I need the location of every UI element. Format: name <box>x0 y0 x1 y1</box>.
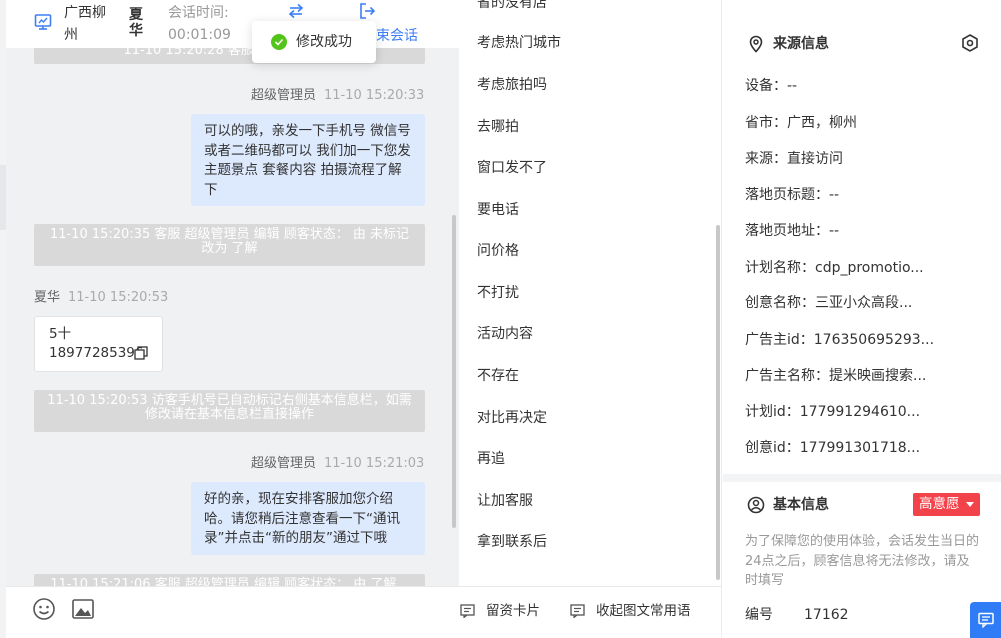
exit-icon[interactable] <box>358 2 376 20</box>
quick-phrases-panel: 省的没有店 考虑热门城市 考虑旅拍吗 去哪拍 窗口发不了 要电话 问价格 不打扰… <box>459 0 722 586</box>
phrases-toolbar: 留资卡片 收起图文常用语 <box>459 586 722 638</box>
outgoing-message-bubble: 可以的哦，亲发一下手机号 微信号或者二维码都可以 我们加一下您发主题景点 套餐内… <box>191 114 425 206</box>
source-field-source: 来源：直接访问 <box>745 151 843 167</box>
phrase-item[interactable]: 再追 <box>477 449 505 469</box>
sender-name: 超级管理员 <box>251 456 317 471</box>
phrase-item[interactable]: 考虑旅拍吗 <box>477 75 547 95</box>
message-meta: 超级管理员 11-10 15:21:03 <box>251 455 424 473</box>
success-check-icon <box>271 34 287 50</box>
phrases-scrollbar[interactable] <box>716 225 720 580</box>
phrase-item[interactable]: 让加客服 <box>477 491 533 511</box>
system-message: 11-10 15:21:06 客服 超级管理员 编辑 顾客状态： 由 了解... <box>34 574 425 586</box>
lead-card-button[interactable]: 留资卡片 <box>486 601 540 621</box>
location-pin-icon <box>749 35 763 53</box>
outgoing-message-bubble: 好的亲，现在安排客服加您介绍哈。请您稍后注意查看一下“通讯录”并点击“新的朋友”… <box>191 482 425 555</box>
message-time: 11-10 15:20:33 <box>324 88 425 103</box>
phrase-item[interactable]: 不存在 <box>477 366 519 386</box>
image-icon[interactable] <box>71 597 95 621</box>
floating-chat-button[interactable] <box>970 602 1001 638</box>
customer-number-value: 17162 <box>804 607 849 623</box>
phrase-item[interactable]: 要电话 <box>477 200 519 220</box>
phrase-item[interactable]: 窗口发不了 <box>477 158 547 178</box>
phrase-item[interactable]: 考虑热门城市 <box>477 33 561 53</box>
collapse-phrases-button[interactable]: 收起图文常用语 <box>596 601 691 621</box>
incoming-message-bubble: 5十 18977285396 <box>34 316 163 372</box>
phrase-item[interactable]: 不打扰 <box>477 283 519 303</box>
phrase-item[interactable]: 省的没有店 <box>477 0 547 13</box>
phrase-item[interactable]: 对比再决定 <box>477 408 547 428</box>
user-icon <box>747 496 765 514</box>
source-field-province-city: 省市：广西，柳州 <box>745 115 857 131</box>
source-field-landing-url: 落地页地址：-- <box>745 223 840 239</box>
message-time: 11-10 15:20:53 <box>68 290 169 305</box>
phrase-item[interactable]: 拿到联系后 <box>477 532 547 552</box>
sender-name: 夏华 <box>34 290 61 305</box>
monitor-icon <box>34 14 52 30</box>
chat-scrollbar[interactable] <box>452 215 456 528</box>
source-field-plan-name: 计划名称：cdp_promotio... <box>745 260 924 276</box>
customer-number-label: 编号 <box>745 607 773 623</box>
phrase-item[interactable]: 问价格 <box>477 241 519 261</box>
message-meta: 超级管理员 11-10 15:20:33 <box>251 87 424 105</box>
customer-location: 广西柳州 <box>64 5 106 43</box>
chat-header: 广西柳州 夏华 会话时间: 00:01:09 束会话 <box>6 0 459 48</box>
intent-level-dropdown[interactable]: 高意愿 <box>913 493 980 516</box>
system-message: 11-10 15:20:35 客服 超级管理员 编辑 顾客状态： 由 未标记 改… <box>34 224 425 266</box>
system-message: 11-10 15:20:53 访客手机号已自动标记右侧基本信息栏，如需修改请在基… <box>34 390 425 432</box>
session-time-value: 00:01:09 <box>168 27 231 43</box>
success-toast: 修改成功 <box>252 21 376 63</box>
end-session-button[interactable]: 束会话 <box>376 25 418 47</box>
message-icon <box>978 612 994 628</box>
message-time: 11-10 15:21:03 <box>324 456 425 471</box>
collapse-phrases-icon <box>570 604 585 618</box>
incoming-message-line: 5十 <box>49 326 72 342</box>
section-divider <box>723 474 1001 482</box>
message-meta: 夏华 11-10 15:20:53 <box>34 289 168 307</box>
source-field-creative-name: 创意名称：三亚小众高段... <box>745 295 913 311</box>
source-field-creative-id: 创意id：177991301718... <box>745 440 921 456</box>
source-field-plan-id: 计划id：177991294610... <box>745 404 921 420</box>
sender-name: 超级管理员 <box>251 88 317 103</box>
caret-down-icon <box>966 502 974 507</box>
toast-message: 修改成功 <box>296 34 352 50</box>
transfer-icon[interactable] <box>287 2 305 20</box>
session-time-label: 会话时间: <box>168 5 229 21</box>
phrase-item[interactable]: 去哪拍 <box>477 117 519 137</box>
customer-info-panel: 来源信息 设备：-- 省市：广西，柳州 来源：直接访问 落地页标题：-- 落地页… <box>723 0 1001 638</box>
basic-info-title: 基本信息 <box>773 497 829 513</box>
phrase-item[interactable]: 活动内容 <box>477 324 533 344</box>
source-field-device: 设备：-- <box>745 78 798 94</box>
source-info-title: 来源信息 <box>773 36 829 52</box>
edit-deadline-notice: 为了保障您的使用体验，会话发生当日的24点之后，顾客信息将无法修改，请及时填写 <box>745 534 980 588</box>
copy-icon[interactable] <box>134 346 148 360</box>
intent-level-label: 高意愿 <box>919 496 960 512</box>
chat-input-toolbar <box>6 586 459 638</box>
chat-panel: 广西柳州 夏华 会话时间: 00:01:09 束会话 11-10 15:20:2… <box>6 0 459 586</box>
customer-name: 夏华 <box>129 7 143 39</box>
settings-icon[interactable] <box>960 33 980 53</box>
source-field-advertiser-name: 广告主名称：提米映画搜索... <box>745 368 927 384</box>
card-icon <box>460 604 475 618</box>
emoji-icon[interactable] <box>32 597 56 621</box>
source-field-advertiser-id: 广告主id：176350695293... <box>745 332 935 348</box>
source-field-landing-title: 落地页标题：-- <box>745 187 840 203</box>
